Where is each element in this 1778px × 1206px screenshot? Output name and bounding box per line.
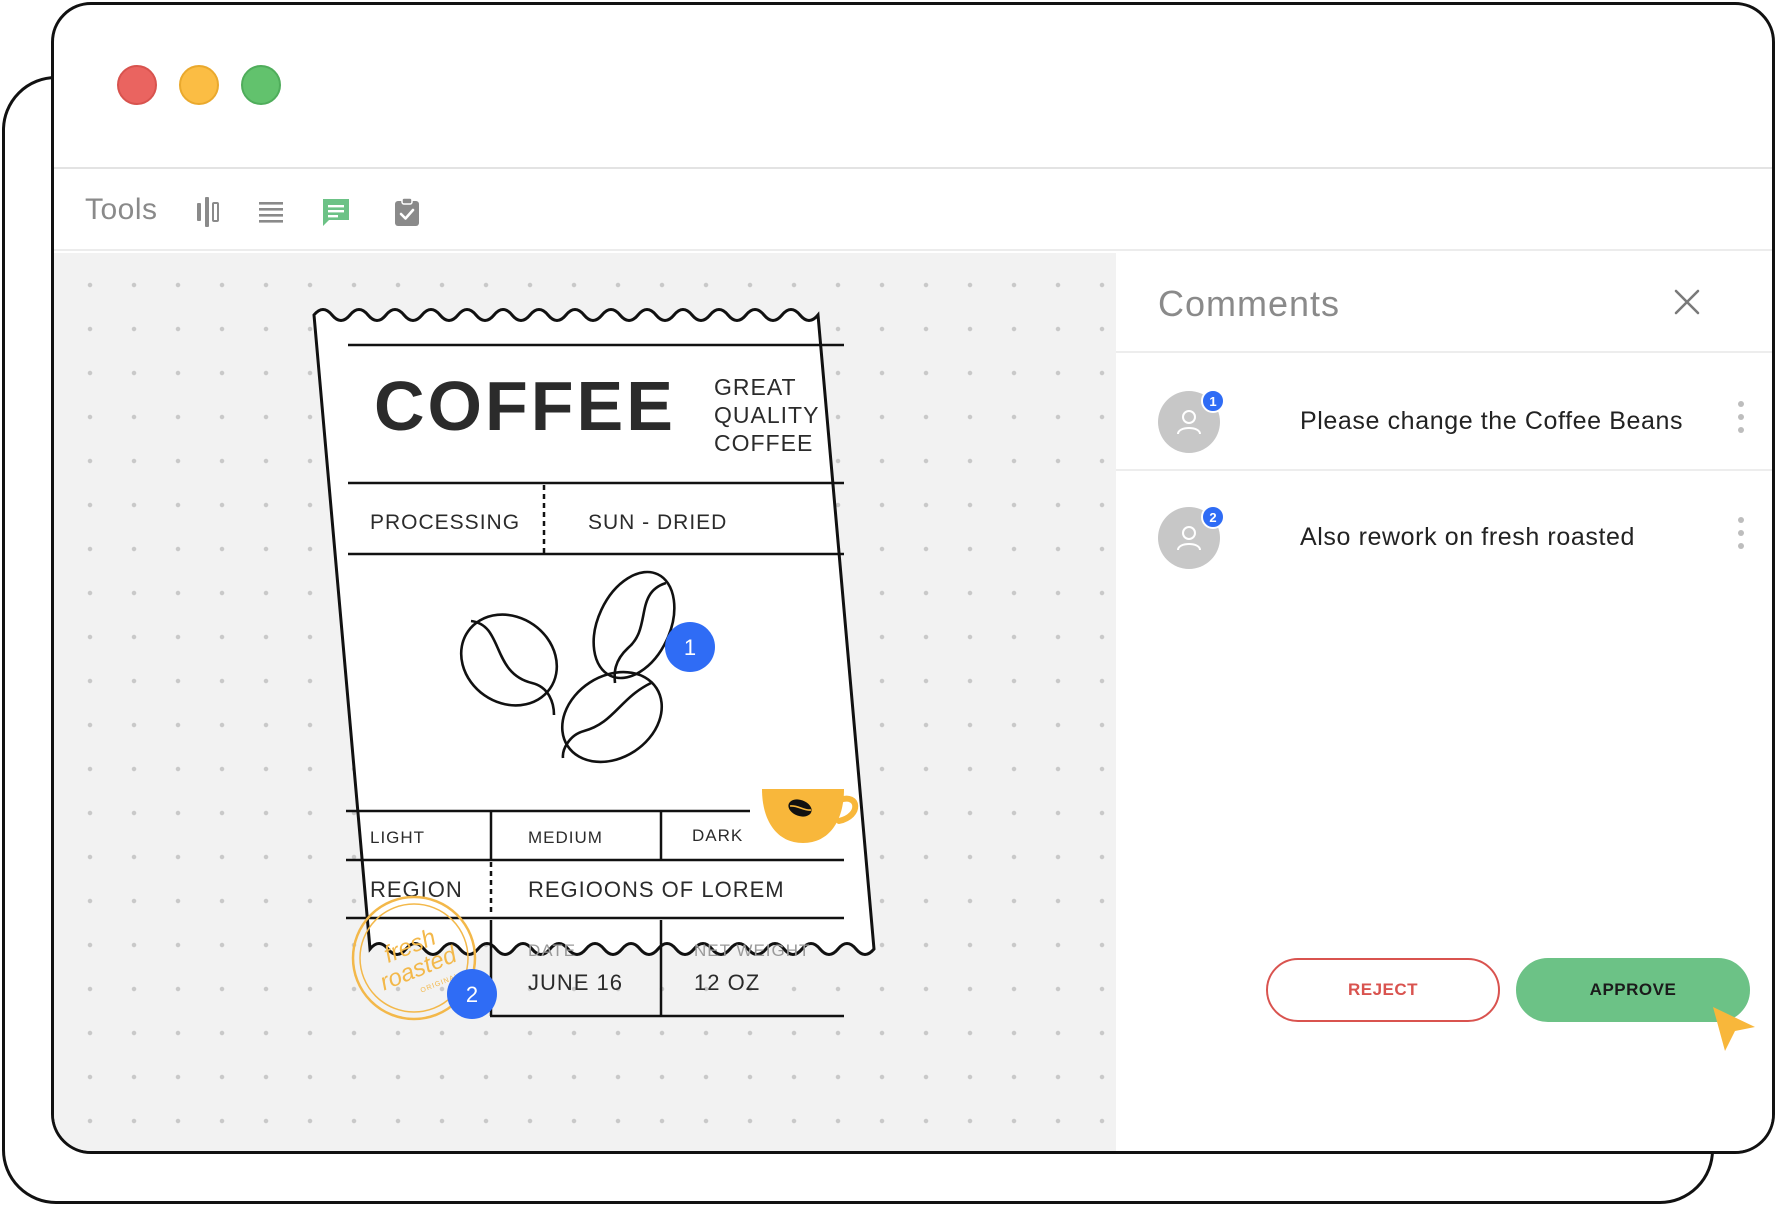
region-value: REGIOONS OF LOREM <box>528 877 785 902</box>
app-window: Tools COFFEE GREAT QUALITY COFFEE PROCES… <box>51 2 1775 1154</box>
comment-pin-1[interactable]: 1 <box>665 622 715 672</box>
label-tagline-line-2: QUALITY <box>714 402 819 428</box>
processing-value: SUN - DRIED <box>588 511 727 534</box>
more-options-icon[interactable] <box>1736 401 1746 439</box>
minimize-window-button[interactable] <box>179 65 219 105</box>
columns-tool-icon[interactable] <box>192 195 222 229</box>
reject-button[interactable]: REJECT <box>1266 958 1500 1022</box>
label-tagline-line-3: COFFEE <box>714 430 813 456</box>
roast-dark-label: DARK <box>692 826 743 845</box>
comment-text: Also rework on fresh roasted <box>1300 523 1636 551</box>
comment-number-badge: 1 <box>1201 389 1225 413</box>
comment-pin-1-number: 1 <box>684 635 696 660</box>
more-options-icon[interactable] <box>1736 517 1746 555</box>
text-lines-tool-icon[interactable] <box>256 195 286 229</box>
coffee-label-artwork: COFFEE GREAT QUALITY COFFEE PROCESSING S… <box>312 308 876 1021</box>
date-label: DATE <box>528 941 576 960</box>
user-icon <box>1177 526 1201 551</box>
design-canvas[interactable]: COFFEE GREAT QUALITY COFFEE PROCESSING S… <box>54 253 1116 1151</box>
roast-light-label: LIGHT <box>370 828 425 847</box>
comment-item[interactable]: 1 Please change the Coffee Beans <box>1116 355 1772 471</box>
date-value: JUNE 16 <box>528 970 623 995</box>
maximize-window-button[interactable] <box>241 65 281 105</box>
comment-tool-icon[interactable] <box>319 195 353 229</box>
roast-medium-label: MEDIUM <box>528 828 603 847</box>
label-title: COFFEE <box>374 367 676 445</box>
label-tagline-line-1: GREAT <box>714 374 797 400</box>
net-weight-label: NET WEIGHT <box>694 941 810 960</box>
net-weight-value: 12 OZ <box>694 970 760 995</box>
comments-panel-title: Comments <box>1158 283 1341 324</box>
comments-panel-header: Comments <box>1116 253 1772 353</box>
title-bar <box>54 5 1772 169</box>
close-panel-icon[interactable] <box>1668 283 1706 321</box>
mouse-cursor-icon <box>1713 1007 1755 1051</box>
comment-pin-2-number: 2 <box>466 982 478 1007</box>
toolbar: Tools <box>54 171 1772 251</box>
tools-label: Tools <box>85 193 158 226</box>
close-window-button[interactable] <box>117 65 157 105</box>
processing-label: PROCESSING <box>370 511 520 534</box>
comment-text: Please change the Coffee Beans <box>1300 407 1684 435</box>
comment-number-badge: 2 <box>1201 505 1225 529</box>
comment-pin-2[interactable]: 2 <box>447 969 497 1019</box>
clipboard-check-tool-icon[interactable] <box>392 195 422 229</box>
comments-panel: Comments 1 Please change the Coffee Bean… <box>1116 253 1772 1151</box>
comment-item[interactable]: 2 Also rework on fresh roasted <box>1116 471 1772 587</box>
user-icon <box>1177 410 1201 435</box>
